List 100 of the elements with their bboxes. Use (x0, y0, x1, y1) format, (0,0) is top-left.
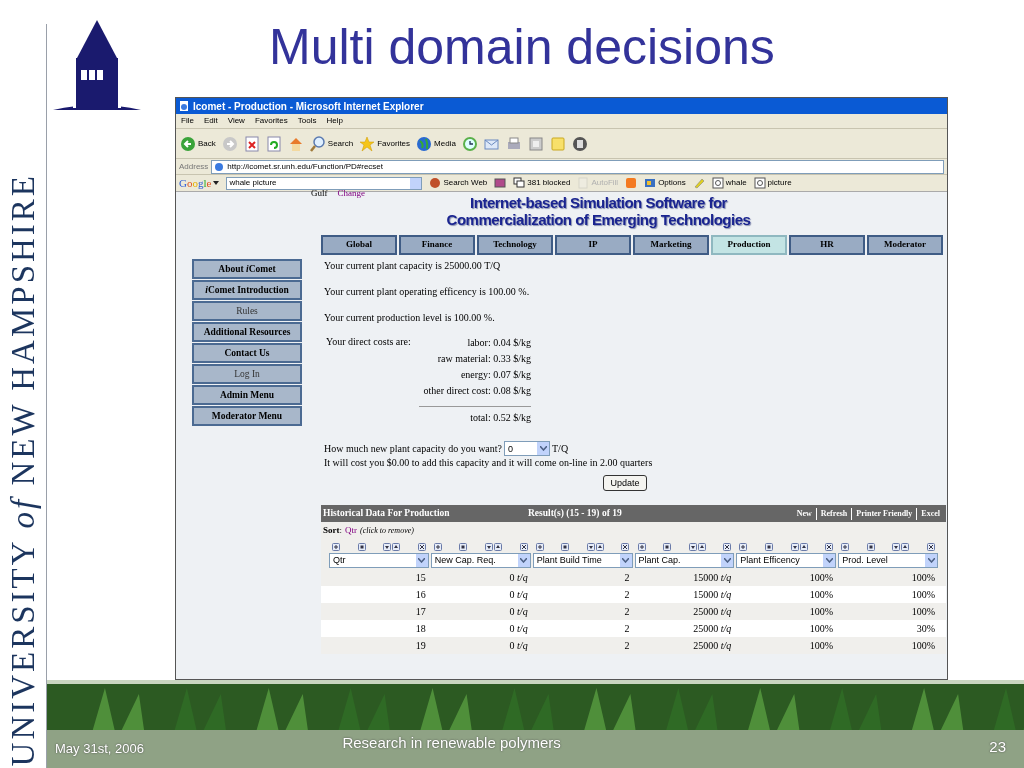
plus-icon[interactable] (739, 543, 748, 551)
nav-tab[interactable]: Technology (477, 235, 553, 255)
sort-up-icon[interactable] (595, 543, 604, 551)
toolbar-label[interactable]: picture (767, 177, 792, 189)
nav-tab[interactable]: Marketing (633, 235, 709, 255)
toolbar-label[interactable]: Back (198, 137, 216, 150)
action-link[interactable]: Excel (916, 507, 944, 520)
chevron-icon (622, 558, 629, 563)
sidebar-button[interactable]: About iComet (192, 259, 302, 279)
sidebar-button[interactable]: Admin Menu (192, 385, 302, 405)
sort-down-icon[interactable] (790, 543, 799, 551)
action-link[interactable]: New (792, 507, 816, 520)
printer-icon[interactable] (505, 135, 522, 152)
action-link[interactable]: Printer Friendly (851, 507, 917, 520)
badge-icon[interactable] (571, 135, 588, 152)
plus-icon[interactable] (637, 543, 646, 551)
sort-up-icon[interactable] (392, 543, 401, 551)
toolbar-label[interactable]: Options (658, 177, 686, 189)
toolbar-label[interactable]: Search Web (443, 177, 488, 189)
close-icon[interactable] (621, 543, 630, 551)
costs-label: Your direct costs are: (325, 335, 412, 349)
toolbar-label[interactable]: whale (725, 177, 747, 189)
close-icon[interactable] (723, 543, 732, 551)
nav-tab[interactable]: Finance (399, 235, 475, 255)
sort-down-icon[interactable] (586, 543, 595, 551)
sort-up-icon[interactable] (494, 543, 503, 551)
sidebar-button[interactable]: iComet Introduction (192, 280, 302, 300)
picture-frame-icon[interactable] (644, 177, 657, 189)
action-link[interactable]: Refresh (815, 507, 852, 520)
chevron-icon (418, 558, 426, 563)
table-cell-text: 15000 t/q (692, 571, 733, 585)
nav-tab[interactable]: Production (711, 235, 787, 255)
nav-tab[interactable]: Global (321, 235, 397, 255)
sort-down-icon[interactable] (485, 543, 494, 551)
search-icon[interactable] (309, 135, 326, 152)
dropdown-field[interactable]: 0 (504, 441, 550, 456)
sort-down-icon[interactable] (688, 543, 697, 551)
filter-icon[interactable] (561, 543, 570, 551)
sort-up-icon[interactable] (697, 543, 706, 551)
dropdown-field[interactable]: Plant Cap. (634, 553, 735, 568)
find-icon[interactable] (711, 177, 724, 189)
refresh-icon[interactable] (265, 135, 282, 152)
toolbar-label[interactable]: 381 blocked (527, 177, 571, 189)
dropdown-field[interactable]: Prod. Level (838, 553, 938, 568)
menu-item[interactable]: Tools (297, 115, 317, 127)
close-icon[interactable] (417, 543, 426, 551)
page-icon (179, 101, 189, 111)
toolbar-label[interactable]: Search (327, 137, 354, 150)
plus-icon[interactable] (332, 543, 340, 551)
nav-tab[interactable]: IP (555, 235, 631, 255)
update-button[interactable]: Update (603, 475, 647, 491)
results-count: Result(s) (15 - 19) of 19 (528, 507, 623, 521)
nav-tab[interactable]: Moderator (867, 235, 943, 255)
sort-up-icon[interactable] (799, 543, 808, 551)
menu-item[interactable]: Favorites (254, 115, 288, 127)
close-icon[interactable] (519, 543, 528, 551)
nav-tab[interactable]: HR (789, 235, 865, 255)
sidebar-button[interactable]: Contact Us (192, 343, 302, 363)
search-field[interactable]: whale picture (226, 176, 423, 190)
filter-icon[interactable] (663, 543, 672, 551)
dropdown-field[interactable]: New Cap. Req. (430, 553, 531, 568)
close-icon[interactable] (825, 543, 834, 551)
dropdown-field[interactable]: Plant Efficency (736, 553, 837, 568)
menu-item[interactable]: View (227, 115, 245, 127)
star-icon[interactable] (359, 135, 376, 152)
sidebar-button[interactable]: Additional Resources (192, 322, 302, 342)
table-cell-text: 25000 t/q (692, 639, 733, 653)
sidebar-button[interactable]: Moderator Menu (192, 406, 302, 426)
google-logo[interactable]: Google (179, 174, 220, 192)
clock-icon[interactable] (461, 135, 478, 152)
windows-icon[interactable] (513, 177, 526, 189)
unit-text: T/Q (552, 441, 569, 456)
menu-item[interactable]: Edit (203, 115, 218, 127)
address-field[interactable]: http://icomet.sr.unh.edu/Function/PD#recset (211, 159, 944, 174)
toolbar-label[interactable]: Media (434, 137, 456, 150)
toolbar-label[interactable]: Favorites (377, 137, 411, 150)
find-icon[interactable] (753, 177, 766, 189)
menu-item[interactable]: File (181, 115, 194, 127)
dropdown-field[interactable]: Qtr (329, 553, 429, 568)
plus-icon[interactable] (535, 543, 544, 551)
sort-down-icon[interactable] (892, 543, 901, 551)
sort-down-icon[interactable] (383, 543, 392, 551)
address-label: Address (179, 160, 209, 173)
menu-item[interactable]: Help (326, 115, 343, 127)
filter-icon[interactable] (764, 543, 773, 551)
dropdown-field[interactable]: Plant Build Time (532, 553, 633, 568)
chevron-icon (723, 558, 731, 563)
close-icon[interactable] (927, 543, 935, 551)
footer-topic: Research in renewable polymers (342, 732, 561, 753)
sort-up-icon[interactable] (901, 543, 910, 551)
sort-link[interactable]: Qtr (345, 523, 357, 538)
filter-icon[interactable] (357, 543, 366, 551)
stop-icon[interactable] (243, 135, 260, 152)
filter-icon[interactable] (459, 543, 468, 551)
table-cell-text: 100% (910, 639, 936, 653)
plus-icon[interactable] (841, 543, 850, 551)
filter-icon[interactable] (866, 543, 875, 551)
change-link[interactable]: Change (337, 189, 365, 198)
table-cell-text: 17 (414, 605, 427, 619)
plus-icon[interactable] (433, 543, 442, 551)
